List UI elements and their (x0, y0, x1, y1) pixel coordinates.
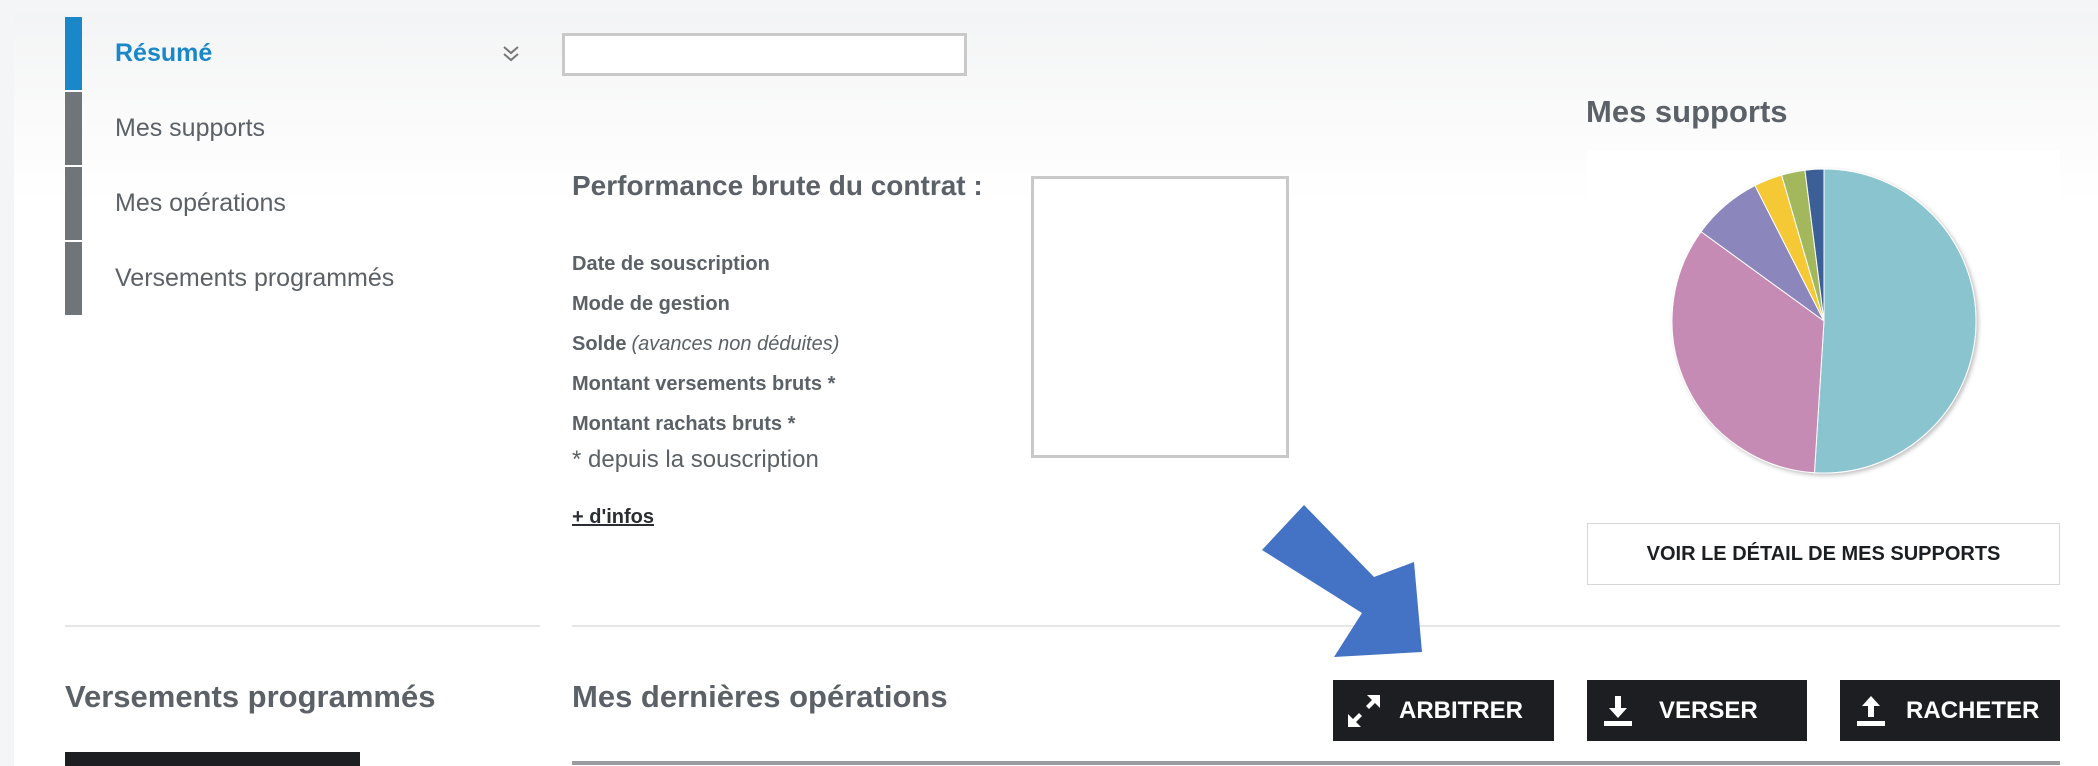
perf-label: Date de souscription (572, 252, 770, 275)
sidebar-item-mes-operations[interactable]: Mes opérations (65, 166, 540, 241)
perf-sublabel: (avances non déduites) (631, 332, 840, 355)
view-supports-detail-button[interactable]: VOIR LE DÉTAIL DE MES SUPPORTS (1587, 523, 2060, 585)
perf-row-versements-bruts: Montant versements bruts * (572, 364, 839, 404)
sidebar-bar (65, 167, 82, 240)
active-indicator (65, 17, 82, 90)
perf-label: Solde (572, 332, 627, 355)
scheduled-payments-button[interactable] (65, 752, 360, 766)
arbitrer-label: ARBITRER (1399, 696, 1523, 724)
perf-row-mode-gestion: Mode de gestion (572, 284, 839, 324)
sidebar-bar (65, 242, 82, 315)
perf-label: Mode de gestion (572, 292, 730, 315)
pie-slice-0[interactable] (1813, 168, 1977, 474)
perf-label: Montant rachats bruts * (572, 412, 796, 435)
perf-row-date-souscription: Date de souscription (572, 244, 839, 284)
sidebar-nav: Résumé Mes supports Mes opérations Verse… (65, 16, 540, 316)
supports-title: Mes supports (1586, 94, 1788, 129)
sidebar-item-label: Versements programmés (115, 264, 395, 292)
upload-icon (1857, 695, 1885, 726)
latest-operations-title: Mes dernières opérations (572, 679, 948, 714)
perf-row-solde: Solde (avances non déduites) (572, 324, 839, 364)
performance-title: Performance brute du contrat : (572, 170, 983, 201)
sidebar-item-resume[interactable]: Résumé (65, 16, 540, 91)
arbitrer-button[interactable]: ARBITRER (1333, 680, 1554, 741)
perf-row-rachats-bruts: Montant rachats bruts * (572, 404, 839, 444)
download-icon (1604, 695, 1632, 726)
supports-pie-card (1587, 150, 2060, 490)
expand-arrows-icon (1348, 694, 1380, 727)
sidebar-item-label: Mes supports (115, 114, 266, 142)
sidebar-bar (65, 92, 82, 165)
contract-select-field[interactable] (562, 33, 967, 76)
verser-button[interactable]: VERSER (1587, 680, 1807, 741)
verser-label: VERSER (1659, 696, 1758, 724)
supports-pie-chart (1671, 168, 1977, 474)
racheter-button[interactable]: RACHETER (1840, 680, 2060, 741)
perf-footnote: * depuis la souscription (572, 446, 819, 473)
divider (65, 625, 540, 627)
sidebar-item-label: Mes opérations (115, 189, 286, 217)
racheter-label: RACHETER (1906, 696, 2040, 724)
chevron-double-down-icon[interactable] (500, 43, 522, 65)
perf-label: Montant versements bruts * (572, 372, 836, 395)
annotation-arrow-icon (1262, 505, 1422, 657)
more-info-link[interactable]: + d'infos (572, 506, 654, 529)
sidebar-item-mes-supports[interactable]: Mes supports (65, 91, 540, 166)
sidebar-item-versements-programmes[interactable]: Versements programmés (65, 241, 540, 316)
performance-list: Date de souscription Mode de gestion Sol… (572, 244, 839, 474)
scheduled-payments-title: Versements programmés (65, 679, 436, 714)
performance-chart-box (1031, 176, 1289, 458)
operations-table-header-line (572, 761, 2060, 765)
sidebar-item-label: Résumé (115, 39, 213, 67)
